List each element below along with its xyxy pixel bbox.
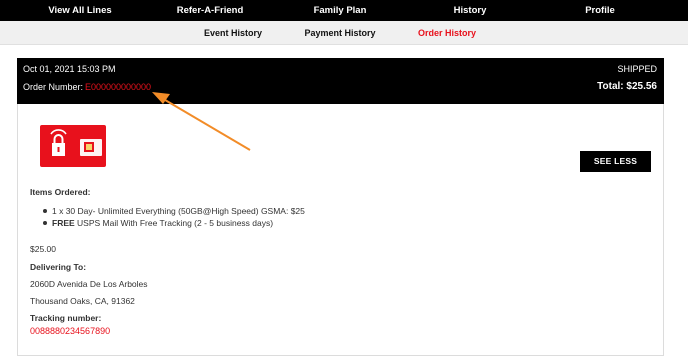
tab-payment-history[interactable]: Payment History [304,21,375,45]
delivering-to-heading: Delivering To: [30,262,87,272]
sub-nav: Event History Payment History Order Hist… [0,21,688,45]
list-item: 1 x 30 Day- Unlimited Everything (50GB@H… [40,205,305,217]
items-ordered-heading: Items Ordered: [30,187,91,197]
order-number: E000000000000 [85,82,152,92]
tab-order-history[interactable]: Order History [418,21,476,45]
see-less-button[interactable]: SEE LESS [580,151,651,172]
address-street: 2060D Avenida De Los Arboles [30,279,148,289]
order-number-label: Order Number: [23,82,84,92]
order-details-panel [17,104,664,356]
order-date: Oct 01, 2021 15:03 PM [23,64,116,74]
tracking-number-heading: Tracking number: [30,313,102,323]
order-amount: $25.00 [30,244,56,254]
sim-card-lock-icon [40,125,106,167]
top-nav: View All Lines Refer-A-Friend Family Pla… [0,0,688,21]
nav-view-all-lines[interactable]: View All Lines [48,0,111,21]
items-ordered-list: 1 x 30 Day- Unlimited Everything (50GB@H… [40,205,305,229]
order-status: SHIPPED [617,64,657,74]
list-item: FREE USPS Mail With Free Tracking (2 - 5… [40,217,305,229]
order-total: Total: $25.56 [597,81,657,92]
nav-history[interactable]: History [454,0,487,21]
nav-profile[interactable]: Profile [585,0,615,21]
nav-family-plan[interactable]: Family Plan [314,0,367,21]
address-city: Thousand Oaks, CA, 91362 [30,296,135,306]
tracking-number-link[interactable]: 0088880234567890 [30,326,110,336]
order-header: Oct 01, 2021 15:03 PM SHIPPED Order Numb… [17,58,664,104]
nav-refer-a-friend[interactable]: Refer-A-Friend [177,0,244,21]
tab-event-history[interactable]: Event History [204,21,262,45]
